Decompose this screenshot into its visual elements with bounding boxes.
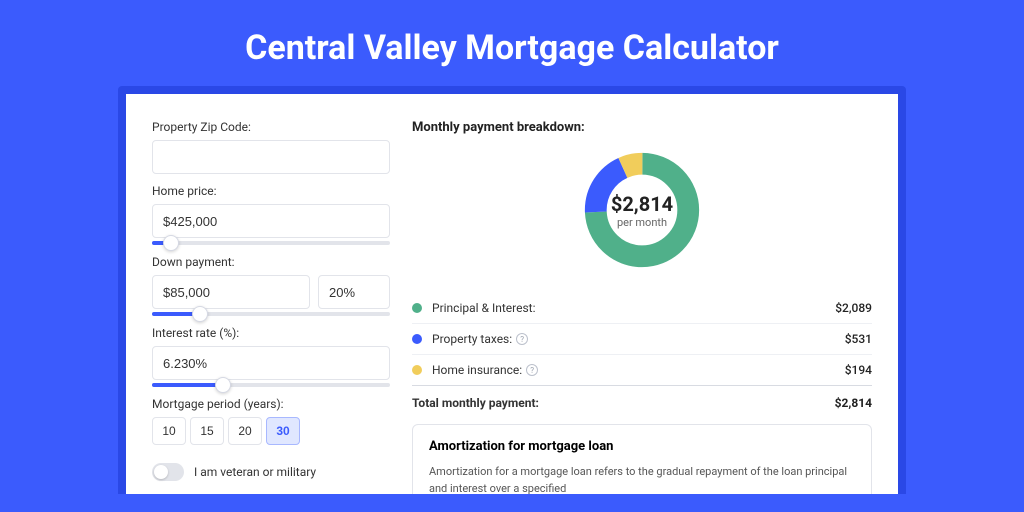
period-button-20[interactable]: 20 <box>228 417 262 445</box>
down-payment-percent-input[interactable] <box>318 275 390 309</box>
form-column: Property Zip Code: Home price: Down paym… <box>152 120 390 494</box>
total-label: Total monthly payment: <box>412 396 835 410</box>
home-price-label: Home price: <box>152 184 390 198</box>
legend-value: $194 <box>845 363 872 377</box>
legend-row: Home insurance: ?$194 <box>412 355 872 386</box>
interest-slider[interactable] <box>152 383 390 387</box>
veteran-label: I am veteran or military <box>194 465 316 479</box>
payment-donut-chart: $2,814 per month <box>581 149 703 271</box>
calculator-card: Property Zip Code: Home price: Down paym… <box>126 94 898 494</box>
legend-dot <box>412 365 422 375</box>
amortization-text: Amortization for a mortgage loan refers … <box>429 464 855 494</box>
help-icon[interactable]: ? <box>516 333 528 345</box>
calculator-card-outer: Property Zip Code: Home price: Down paym… <box>118 86 906 494</box>
zip-label: Property Zip Code: <box>152 120 390 134</box>
legend-row: Principal & Interest:$2,089 <box>412 293 872 324</box>
slider-thumb[interactable] <box>192 306 208 322</box>
breakdown-column: Monthly payment breakdown: $2,814 per mo… <box>412 120 872 494</box>
slider-thumb[interactable] <box>163 235 179 251</box>
toggle-knob <box>154 465 168 479</box>
down-payment-slider[interactable] <box>152 312 390 316</box>
breakdown-title: Monthly payment breakdown: <box>412 120 872 135</box>
period-button-15[interactable]: 15 <box>190 417 224 445</box>
donut-subtitle: per month <box>617 216 667 229</box>
down-payment-label: Down payment: <box>152 255 390 269</box>
total-value: $2,814 <box>835 396 872 410</box>
down-payment-amount-input[interactable] <box>152 275 310 309</box>
veteran-toggle[interactable] <box>152 463 184 481</box>
legend-value: $2,089 <box>835 301 872 315</box>
slider-thumb[interactable] <box>215 377 231 393</box>
legend-label: Home insurance: ? <box>432 363 845 377</box>
home-price-slider[interactable] <box>152 241 390 245</box>
page-title: Central Valley Mortgage Calculator <box>245 28 779 68</box>
legend-dot <box>412 303 422 313</box>
amortization-title: Amortization for mortgage loan <box>429 439 855 454</box>
interest-input[interactable] <box>152 346 390 380</box>
home-price-input[interactable] <box>152 204 390 238</box>
amortization-card: Amortization for mortgage loan Amortizat… <box>412 424 872 494</box>
legend-value: $531 <box>845 332 872 346</box>
period-button-10[interactable]: 10 <box>152 417 186 445</box>
interest-label: Interest rate (%): <box>152 326 390 340</box>
donut-amount: $2,814 <box>611 192 673 216</box>
legend-row: Property taxes: ?$531 <box>412 324 872 355</box>
legend-label: Principal & Interest: <box>432 301 835 315</box>
period-button-30[interactable]: 30 <box>266 417 300 445</box>
legend-dot <box>412 334 422 344</box>
period-label: Mortgage period (years): <box>152 397 390 411</box>
help-icon[interactable]: ? <box>526 364 538 376</box>
legend-label: Property taxes: ? <box>432 332 845 346</box>
zip-input[interactable] <box>152 140 390 174</box>
